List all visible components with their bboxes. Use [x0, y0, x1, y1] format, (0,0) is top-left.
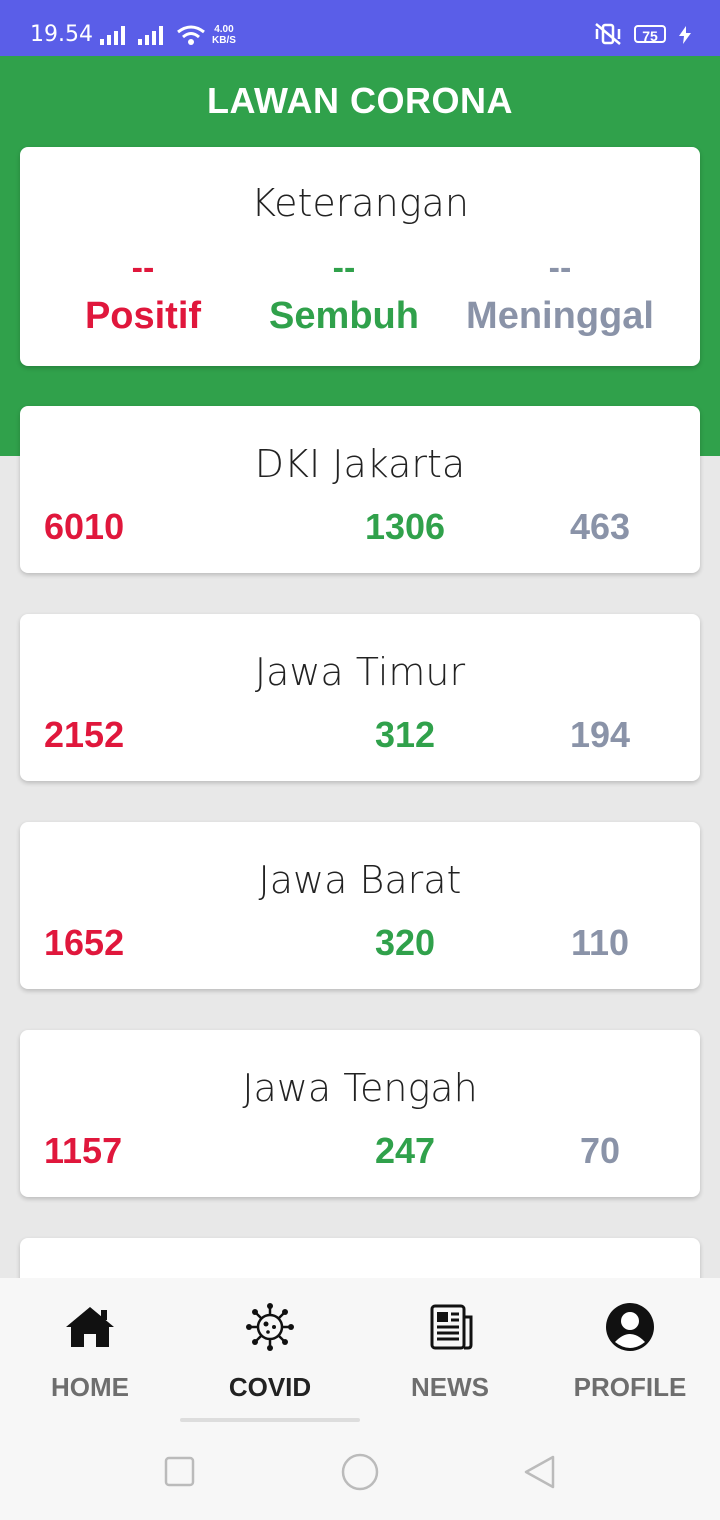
- bottom-nav: HOME COVID NEWS PROFILE: [0, 1278, 720, 1520]
- back-icon[interactable]: [522, 1454, 558, 1490]
- newspaper-icon: [430, 1304, 473, 1350]
- nav-profile[interactable]: PROFILE: [540, 1302, 720, 1403]
- province-deaths: 194: [569, 714, 631, 755]
- province-name: DKI Jakarta: [254, 442, 466, 486]
- user-icon: [606, 1303, 654, 1351]
- recent-apps-icon[interactable]: [164, 1456, 196, 1488]
- signal-icon: [100, 26, 125, 45]
- net-speed-unit: KB/S: [212, 35, 236, 46]
- vibrate-off-icon: [595, 23, 621, 45]
- nav-covid-label: COVID: [228, 1372, 312, 1402]
- legend-positive-label: Positif: [84, 295, 202, 337]
- legend-deaths-label: Meninggal: [466, 295, 654, 337]
- province-positive: 1157: [44, 1130, 123, 1171]
- legend-deaths: -- Meninggal: [452, 251, 668, 338]
- province-deaths: 463: [569, 506, 631, 547]
- province-deaths: 70: [579, 1130, 621, 1171]
- wifi-icon: [177, 25, 205, 45]
- province-name: Jawa Tengah: [242, 1066, 478, 1110]
- nav-news[interactable]: NEWS: [360, 1302, 540, 1403]
- province-recovered: 1306: [364, 506, 446, 547]
- nav-home-label: HOME: [51, 1372, 129, 1402]
- legend-recovered-label: Sembuh: [269, 295, 419, 337]
- net-speed-value: 4.00: [214, 24, 234, 35]
- nav-profile-label: PROFILE: [573, 1372, 687, 1402]
- legend-deaths-value: --: [548, 249, 572, 287]
- province-positive: 2152: [44, 714, 125, 755]
- province-deaths: 110: [570, 922, 630, 963]
- province-recovered: 320: [374, 922, 436, 963]
- province-name: Jawa Barat: [258, 858, 462, 902]
- legend-recovered: -- Sembuh: [258, 251, 430, 338]
- nav-home[interactable]: HOME: [0, 1302, 180, 1403]
- virus-icon: [246, 1303, 294, 1351]
- home-circle-icon[interactable]: [340, 1452, 380, 1492]
- status-bar: 19.54 4.00 KB/S 75: [0, 0, 720, 56]
- nav-active-indicator: [180, 1418, 360, 1422]
- app-title: LAWAN CORONA: [207, 80, 513, 121]
- province-positive: 1652: [44, 922, 125, 963]
- nav-covid[interactable]: COVID: [180, 1302, 360, 1403]
- province-positive: 6010: [44, 506, 125, 547]
- legend-positive-value: --: [131, 249, 155, 287]
- nav-news-label: NEWS: [411, 1372, 489, 1402]
- province-card[interactable]: Jawa Tengah 1157 247 70: [20, 1030, 700, 1197]
- province-card[interactable]: DKI Jakarta 6010 1306 463: [20, 406, 700, 573]
- status-time: 19.54: [30, 22, 93, 47]
- province-card[interactable]: Jawa Timur 2152 312 194: [20, 614, 700, 781]
- net-speed: 4.00 KB/S: [212, 24, 236, 46]
- home-icon: [66, 1307, 114, 1347]
- signal-icon-2: [138, 26, 163, 45]
- charging-icon: [679, 26, 691, 44]
- legend-title: Keterangan: [251, 181, 469, 225]
- legend-recovered-value: --: [332, 249, 356, 287]
- province-name: Jawa Timur: [254, 650, 466, 694]
- province-recovered: 247: [374, 1130, 436, 1171]
- legend-card: Keterangan -- Positif -- Sembuh -- Menin…: [20, 147, 700, 366]
- legend-positive: -- Positif: [68, 251, 218, 338]
- province-card[interactable]: Jawa Barat 1652 320 110: [20, 822, 700, 989]
- province-recovered: 312: [374, 714, 436, 755]
- battery-icon: 75: [634, 25, 666, 44]
